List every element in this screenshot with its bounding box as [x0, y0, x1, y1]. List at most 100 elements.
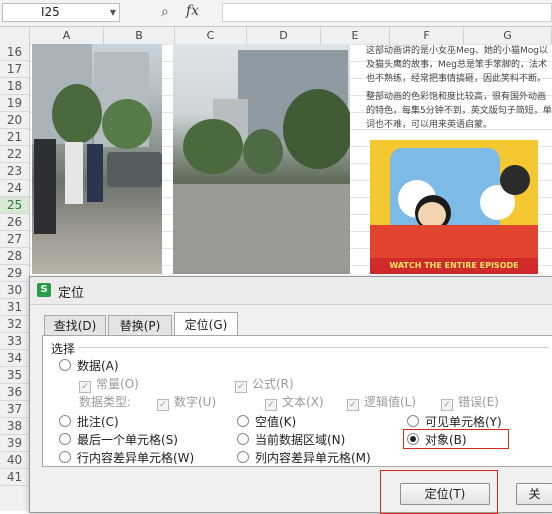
dialog-title: 定位 [58, 286, 85, 301]
row-header-selected[interactable]: 25 [0, 197, 29, 214]
row-header[interactable]: 24 [0, 180, 29, 197]
column-header-b[interactable]: B [104, 27, 175, 44]
row-header[interactable]: 19 [0, 95, 29, 112]
row-header[interactable]: 37 [0, 401, 29, 418]
radio-blank-label: 空值(K) [255, 415, 297, 429]
column-header-e[interactable]: E [321, 27, 390, 44]
row-header[interactable]: 29 [0, 265, 29, 282]
group-label: 选择 [51, 342, 76, 356]
name-box[interactable]: I25 ▼ [2, 3, 120, 22]
radio-current-region-label: 当前数据区域(N) [255, 433, 346, 447]
person-shape [65, 142, 83, 204]
dialog-titlebar[interactable]: S 定位 [30, 277, 552, 305]
cell-reference: I25 [41, 5, 60, 19]
radio-icon [59, 359, 71, 371]
row-header[interactable]: 23 [0, 163, 29, 180]
tree-shape [52, 84, 102, 144]
row-header[interactable]: 21 [0, 129, 29, 146]
row-header[interactable]: 27 [0, 231, 29, 248]
radio-last-cell[interactable]: 最后一个单元格(S) [59, 432, 178, 448]
row-header[interactable]: 22 [0, 146, 29, 163]
tab-find[interactable]: 查找(D) [44, 315, 106, 335]
article-paragraph: 这部动画讲的是小女巫Meg、她的小猫Mog以及猫头鹰的故事，Meg总是笨手笨脚的… [366, 46, 549, 84]
row-header[interactable]: 35 [0, 367, 29, 384]
wps-app-icon: S [37, 283, 51, 297]
person-shape [34, 139, 56, 234]
chevron-down-icon[interactable]: ▼ [110, 4, 116, 21]
formula-input[interactable] [222, 3, 552, 22]
radio-visible-cells[interactable]: 可见单元格(Y) [407, 414, 502, 430]
locate-button[interactable]: 定位(T) [400, 483, 490, 505]
checkbox-logical[interactable]: ✓ 逻辑值(L) [347, 394, 416, 411]
tab-goto[interactable]: 定位(G) [174, 312, 238, 336]
goto-dialog: S 定位 查找(D) 替换(P) 定位(G) 选择 数据(A) ✓ 常量(O) ✓… [29, 276, 552, 514]
row-header[interactable]: 34 [0, 350, 29, 367]
row-header[interactable]: 39 [0, 435, 29, 452]
radio-icon [59, 433, 71, 445]
close-button[interactable]: 关 [516, 483, 552, 505]
goofy-character-shape [500, 165, 530, 195]
row-header[interactable]: 41 [0, 469, 29, 486]
column-header-f[interactable]: F [390, 27, 464, 44]
radio-icon [237, 415, 249, 427]
row-header[interactable]: 30 [0, 282, 29, 299]
checkbox-error[interactable]: ✓ 错误(E) [441, 394, 499, 411]
group-divider [79, 347, 549, 348]
radio-row-diff[interactable]: 行内容差异单元格(W) [59, 450, 194, 466]
radio-blank[interactable]: 空值(K) [237, 414, 296, 430]
radio-comment[interactable]: 批注(C) [59, 414, 119, 430]
row-header[interactable]: 36 [0, 384, 29, 401]
row-headers: 16 17 18 19 20 21 22 23 24 25 26 27 28 2… [0, 44, 30, 511]
street-photo-2[interactable] [173, 44, 350, 274]
row-header[interactable]: 28 [0, 248, 29, 265]
radio-icon [237, 433, 249, 445]
checkbox-text-label: 文本(X) [282, 395, 324, 409]
select-all-corner[interactable] [0, 27, 30, 44]
checkbox-number[interactable]: ✓ 数字(U) [157, 394, 216, 411]
radio-col-diff-label: 列内容差异单元格(M) [255, 451, 371, 465]
checkbox-formula[interactable]: ✓ 公式(R) [235, 376, 294, 393]
cartoon-image[interactable]: WATCH THE ENTIRE EPISODE [370, 140, 538, 274]
column-header-d[interactable]: D [247, 27, 321, 44]
radio-selected-icon [407, 433, 419, 445]
radio-objects-label: 对象(B) [425, 433, 467, 447]
car-shape [107, 152, 162, 187]
radio-current-region[interactable]: 当前数据区域(N) [237, 432, 345, 448]
row-header[interactable]: 18 [0, 78, 29, 95]
tree-shape [102, 99, 152, 149]
column-header-g[interactable]: G [464, 27, 552, 44]
row-header[interactable]: 31 [0, 299, 29, 316]
cartoon-floor-shape [370, 225, 538, 260]
checkbox-constant[interactable]: ✓ 常量(O) [79, 376, 139, 393]
row-header[interactable]: 16 [0, 44, 29, 61]
row-header[interactable]: 20 [0, 112, 29, 129]
row-header[interactable]: 26 [0, 214, 29, 231]
article-paragraph: 整部动画的色彩饱和度比较高，很有国外动画的特色，每集5分钟不到，英文版句子简短，… [366, 92, 552, 130]
checkbox-icon: ✓ [347, 399, 359, 411]
row-header[interactable]: 38 [0, 418, 29, 435]
column-header-a[interactable]: A [30, 27, 104, 44]
radio-row-diff-label: 行内容差异单元格(W) [77, 451, 195, 465]
formula-bar: I25 ▼ ⌕ fx [0, 0, 552, 27]
checkbox-constant-label: 常量(O) [96, 377, 139, 391]
radio-objects[interactable]: 对象(B) [407, 432, 467, 448]
radio-icon [237, 451, 249, 463]
row-header[interactable]: 33 [0, 333, 29, 350]
radio-col-diff[interactable]: 列内容差异单元格(M) [237, 450, 371, 466]
radio-data[interactable]: 数据(A) [59, 358, 119, 374]
checkbox-formula-label: 公式(R) [252, 377, 294, 391]
tab-replace[interactable]: 替换(P) [108, 315, 172, 335]
radio-comment-label: 批注(C) [77, 415, 119, 429]
column-header-c[interactable]: C [175, 27, 247, 44]
checkbox-text[interactable]: ✓ 文本(X) [265, 394, 324, 411]
article-text-box[interactable]: 这部动画讲的是小女巫Meg、她的小猫Mog以及猫头鹰的故事，Meg总是笨手笨脚的… [366, 44, 552, 139]
search-zoom-icon[interactable]: ⌕ [161, 4, 169, 20]
row-header[interactable]: 32 [0, 316, 29, 333]
row-header[interactable]: 17 [0, 61, 29, 78]
radio-data-label: 数据(A) [77, 359, 119, 373]
goto-panel: 选择 数据(A) ✓ 常量(O) ✓ 公式(R) 数据类型: ✓ 数字(U) ✓ 文本(… [42, 335, 552, 467]
street-photo-1[interactable] [32, 44, 162, 274]
function-icon[interactable]: fx [186, 3, 199, 19]
row-header[interactable]: 40 [0, 452, 29, 469]
checkbox-error-label: 错误(E) [458, 395, 499, 409]
